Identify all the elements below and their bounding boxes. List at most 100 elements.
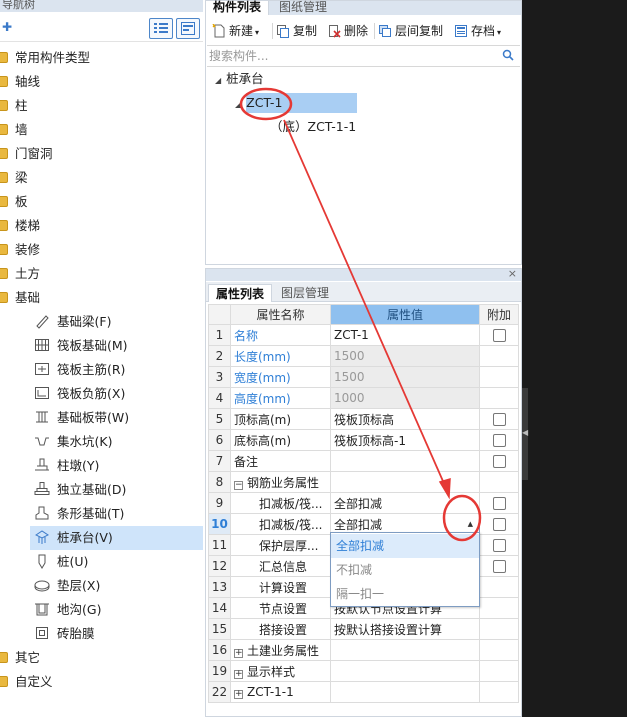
nav-item-brick-mold[interactable]: 砖胎膜 xyxy=(34,622,95,646)
nav-item-raft-main-rebar[interactable]: 筏板主筋(R) xyxy=(34,358,125,382)
nav-category-stair[interactable]: 楼梯 xyxy=(0,214,40,238)
nav-category-wall[interactable]: 墙 xyxy=(0,118,28,142)
collapse-triangle-icon[interactable]: ◢ xyxy=(235,100,241,109)
toolbar-separator xyxy=(272,23,273,39)
dropdown-option-deduct-alternate[interactable]: 隔一扣一 xyxy=(331,582,479,606)
dropdown-option-no-deduct[interactable]: 不扣减 xyxy=(331,558,479,582)
table-row[interactable]: 15 搭接设置 按默认搭接设置计算 xyxy=(208,618,519,640)
tab-layer-management[interactable]: 图层管理 xyxy=(274,284,336,302)
nav-item-foundation-strip[interactable]: 基础板带(W) xyxy=(34,406,129,430)
component-tree-item-zct1[interactable]: ◢ ZCT-1 xyxy=(235,93,282,113)
property-name: 汇总信息 xyxy=(230,555,331,577)
nav-category-earthwork[interactable]: 土方 xyxy=(0,262,40,286)
component-tree-root[interactable]: ◢ 桩承台 xyxy=(215,69,264,89)
nav-item-column-pier[interactable]: 柱墩(Y) xyxy=(34,454,99,478)
delete-button[interactable]: 删除 xyxy=(327,21,368,41)
nav-item-raft-negative-rebar[interactable]: 筏板负筋(X) xyxy=(34,382,125,406)
expand-icon[interactable]: + xyxy=(234,648,243,658)
extra-checkbox[interactable] xyxy=(492,329,506,342)
search-icon[interactable] xyxy=(502,49,514,61)
component-search-input[interactable] xyxy=(209,48,489,64)
table-row[interactable]: 16 + 土建业务属性 xyxy=(208,639,519,661)
collapse-arrow-icon[interactable]: ◀ xyxy=(522,428,528,437)
nav-item-pile[interactable]: 桩(U) xyxy=(34,550,88,574)
delete-button-label: 删除 xyxy=(344,24,369,38)
nav-item-isolated-foundation[interactable]: 独立基础(D) xyxy=(34,478,126,502)
table-row[interactable]: 22 + ZCT-1-1 xyxy=(208,681,519,703)
panel-view-button[interactable] xyxy=(176,18,200,39)
new-button[interactable]: 新建 ▾ xyxy=(212,21,259,41)
table-row[interactable]: 9 扣减板/筏... 全部扣减 xyxy=(208,492,519,514)
dropdown-option-deduct-all[interactable]: 全部扣减 xyxy=(331,534,479,558)
property-value-field[interactable]: 按默认搭接设置计算 xyxy=(330,618,480,640)
extra-cell xyxy=(479,387,519,409)
extra-checkbox[interactable] xyxy=(492,518,506,531)
table-row[interactable]: 5 顶标高(m) 筏板顶标高 xyxy=(208,408,519,430)
nav-item-cushion-layer[interactable]: 垫层(X) xyxy=(34,574,100,598)
nav-category-custom[interactable]: 自定义 xyxy=(0,670,53,694)
property-value-field[interactable]: 全部扣减 xyxy=(330,492,480,514)
table-row[interactable]: 8 − 钢筋业务属性 xyxy=(208,471,519,493)
property-value-field xyxy=(330,660,480,682)
table-row[interactable]: 19 + 显示样式 xyxy=(208,660,519,682)
table-row[interactable]: 1 名称 ZCT-1 xyxy=(208,324,519,346)
tab-property-list[interactable]: 属性列表 xyxy=(208,284,273,302)
table-row[interactable]: 4 高度(mm) 1000 xyxy=(208,387,519,409)
property-value-field[interactable]: 筏板顶标高-1 xyxy=(330,429,480,451)
nav-category-slab[interactable]: 板 xyxy=(0,190,28,214)
property-group-civil[interactable]: + 土建业务属性 xyxy=(230,639,331,661)
nav-item-foundation-beam[interactable]: 基础梁(F) xyxy=(34,310,111,334)
nav-item-trench[interactable]: 地沟(G) xyxy=(34,598,101,622)
nav-item-sump-pit[interactable]: 集水坑(K) xyxy=(34,430,112,454)
tab-component-list[interactable]: 构件列表 xyxy=(206,1,270,15)
property-name: 土建业务属性 xyxy=(247,643,320,658)
extra-checkbox[interactable] xyxy=(492,560,506,573)
close-icon[interactable]: × xyxy=(508,267,517,280)
copy-button[interactable]: 复制 xyxy=(276,21,317,41)
table-row[interactable]: 6 底标高(m) 筏板顶标高-1 xyxy=(208,429,519,451)
table-row[interactable]: 2 长度(mm) 1500 xyxy=(208,345,519,367)
nav-category-common[interactable]: 常用构件类型 xyxy=(0,46,90,70)
extra-checkbox[interactable] xyxy=(492,455,506,468)
floor-copy-button[interactable]: 层间复制 xyxy=(378,21,443,41)
extra-cell xyxy=(479,555,519,577)
nav-item-pile-cap[interactable]: 桩承台(V) xyxy=(30,526,203,550)
expand-icon[interactable]: + xyxy=(234,690,243,699)
property-group-zct1-1[interactable]: + ZCT-1-1 xyxy=(230,681,331,703)
extra-checkbox[interactable] xyxy=(492,539,506,552)
row-number: 14 xyxy=(208,597,231,619)
nav-item-strip-foundation[interactable]: 条形基础(T) xyxy=(34,502,124,526)
nav-category-foundation[interactable]: 基础 xyxy=(0,286,40,310)
property-group-display[interactable]: + 显示样式 xyxy=(230,660,331,682)
nav-item-raft-foundation[interactable]: 筏板基础(M) xyxy=(34,334,128,358)
property-group-rebar[interactable]: − 钢筋业务属性 xyxy=(230,471,331,493)
table-row[interactable]: 3 宽度(mm) 1500 xyxy=(208,366,519,388)
nav-category-axis[interactable]: 轴线 xyxy=(0,70,40,94)
nav-category-other[interactable]: 其它 xyxy=(0,646,40,670)
nav-item-label: 基础板带(W) xyxy=(57,410,130,425)
row-number: 8 xyxy=(208,471,231,493)
nav-category-decoration[interactable]: 装修 xyxy=(0,238,40,262)
collapse-triangle-icon[interactable]: ◢ xyxy=(215,76,221,85)
dropdown-arrow-icon[interactable]: ▲ xyxy=(468,520,473,528)
expand-icon[interactable]: + xyxy=(234,669,243,679)
component-panel-tabs: 构件列表 图纸管理 xyxy=(206,1,521,15)
extra-checkbox[interactable] xyxy=(492,497,506,510)
property-value-field[interactable]: ZCT-1 xyxy=(330,324,480,346)
list-view-button[interactable] xyxy=(149,18,173,39)
property-value-field[interactable]: 筏板顶标高 xyxy=(330,408,480,430)
property-value-field[interactable] xyxy=(330,450,480,472)
nav-category-beam[interactable]: 梁 xyxy=(0,166,28,190)
nav-category-column[interactable]: 柱 xyxy=(0,94,28,118)
nav-item-label: 桩(U) xyxy=(57,554,89,569)
chevron-down-icon: ▾ xyxy=(497,28,502,37)
add-icon[interactable]: ✚ xyxy=(2,20,12,34)
nav-category-door-window[interactable]: 门窗洞 xyxy=(0,142,53,166)
save-button[interactable]: 存档 ▾ xyxy=(454,21,501,41)
table-row[interactable]: 7 备注 xyxy=(208,450,519,472)
extra-checkbox[interactable] xyxy=(492,434,506,447)
component-tree-item-zct1-1[interactable]: （底）ZCT-1-1 xyxy=(270,117,356,137)
tab-drawing-management[interactable]: 图纸管理 xyxy=(272,1,334,15)
extra-checkbox[interactable] xyxy=(492,413,506,426)
collapse-icon[interactable]: − xyxy=(234,480,243,490)
